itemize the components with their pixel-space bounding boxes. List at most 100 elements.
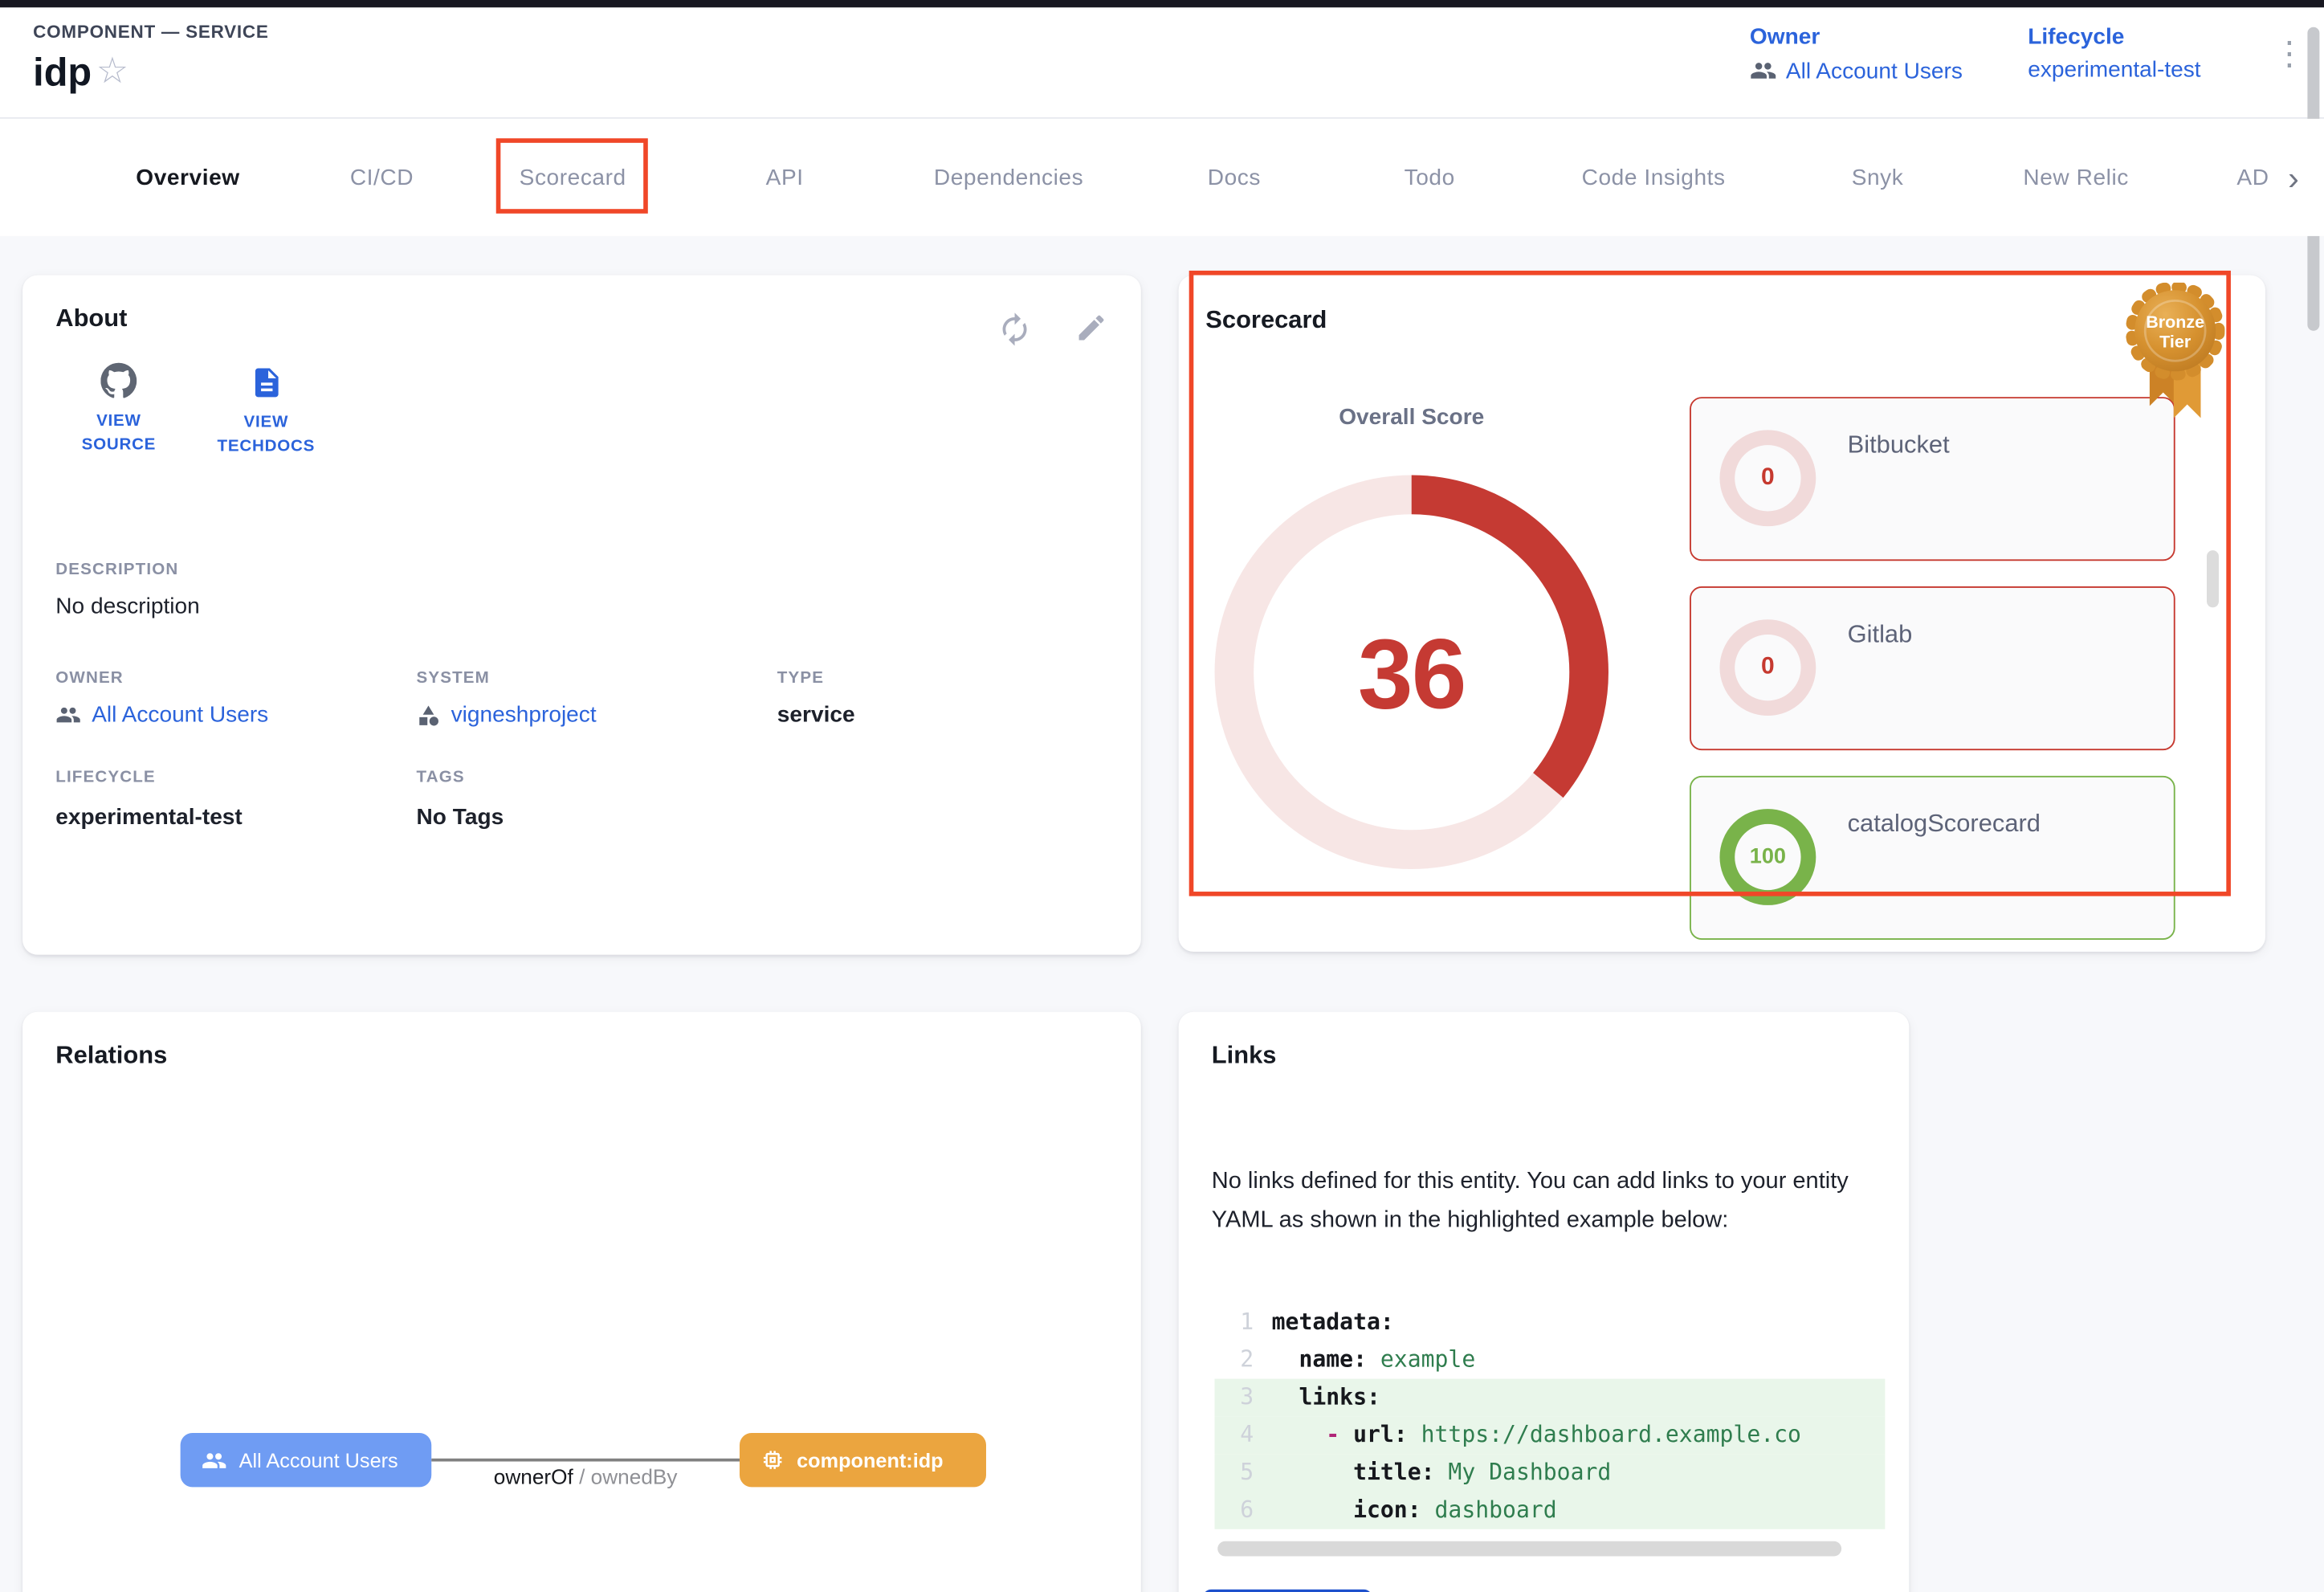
line-number: 3	[1215, 1379, 1254, 1417]
code-line-2: 2 name: example	[1215, 1341, 1886, 1379]
check-card-bitbucket[interactable]: 0Bitbucket	[1690, 397, 2175, 561]
code-line-5: 5 title: My Dashboard	[1215, 1454, 1886, 1492]
relation-node-component-label: component:idp	[797, 1449, 944, 1472]
tab-ad[interactable]: AD	[2198, 119, 2324, 236]
read-more-button[interactable]	[1203, 1590, 1373, 1592]
lifecycle-label: Lifecycle	[2028, 24, 2283, 50]
lifecycle-field-label: LIFECYCLE	[55, 769, 156, 786]
line-number: 6	[1215, 1492, 1254, 1529]
overall-score-value: 36	[1209, 616, 1614, 730]
tab-code-insights[interactable]: Code Insights	[1507, 119, 1801, 236]
header-lifecycle: Lifecycle experimental-test	[2028, 24, 2283, 83]
code-content: links:	[1272, 1379, 1380, 1417]
check-score: 0	[1712, 612, 1824, 724]
view-source-label: VIEW SOURCE	[63, 409, 175, 457]
favorite-star-icon[interactable]: ☆	[96, 54, 128, 90]
description-value: No description	[55, 594, 200, 619]
tags-field-label: TAGS	[417, 769, 465, 786]
edge-reverse-label: ownedBy	[591, 1464, 678, 1488]
relation-node-component[interactable]: component:idp	[740, 1433, 986, 1487]
type-field-value: service	[777, 702, 855, 728]
check-card-gitlab[interactable]: 0 Gitlab	[1690, 586, 2175, 750]
header-owner: Owner All Account Users	[1750, 24, 2005, 84]
check-score: 100	[1712, 802, 1824, 913]
owner-link[interactable]: All Account Users	[1750, 57, 2005, 84]
badge-line1: Bronze	[2146, 312, 2204, 332]
tab-dependencies[interactable]: Dependencies	[902, 119, 1115, 236]
tab-new-relic[interactable]: New Relic	[1955, 119, 2198, 236]
about-title: About	[55, 305, 127, 334]
tab-snyk[interactable]: Snyk	[1801, 119, 1955, 236]
line-number: 2	[1215, 1341, 1254, 1379]
tab-todo[interactable]: Todo	[1353, 119, 1507, 236]
view-source-link[interactable]: VIEW SOURCE	[63, 362, 175, 457]
bronze-tier-badge: Bronze Tier	[2117, 283, 2234, 421]
github-icon	[100, 362, 137, 398]
about-card: About VIEW SOURCE VIEW TECHDOCS DESCRIPT…	[22, 276, 1141, 955]
badge-line2: Tier	[2159, 332, 2191, 351]
system-field-value: vigneshproject	[451, 702, 597, 728]
links-empty-message: No links defined for this entity. You ca…	[1212, 1162, 1849, 1240]
lifecycle-value: experimental-test	[2028, 57, 2200, 83]
lifecycle-field-value: experimental-test	[55, 804, 243, 830]
relation-edge-label: ownerOf / ownedBy	[431, 1464, 740, 1488]
tab-overview[interactable]: Overview	[90, 119, 285, 236]
edge-forward-label: ownerOf	[494, 1464, 573, 1488]
code-content: name: example	[1272, 1341, 1476, 1379]
relation-node-owner[interactable]: All Account Users	[181, 1433, 432, 1487]
code-line-1: 1 metadata:	[1215, 1304, 1886, 1341]
code-content: metadata:	[1272, 1304, 1394, 1341]
tab-scorecard[interactable]: Scorecard	[478, 119, 667, 236]
edge-separator: /	[573, 1464, 591, 1488]
people-icon	[1750, 57, 1777, 84]
people-icon	[55, 702, 81, 728]
check-name: Bitbucket	[1848, 431, 1950, 460]
code-line-3: 3 links:	[1215, 1379, 1886, 1417]
yaml-code-block: 1metadata:2 name: example3 links:4 - url…	[1215, 1297, 1886, 1544]
code-content: - url: https://dashboard.example.co	[1272, 1416, 1801, 1454]
tab-ci-cd[interactable]: CI/CD	[286, 119, 479, 236]
view-techdocs-link[interactable]: VIEW TECHDOCS	[193, 365, 340, 459]
relation-edge-line	[431, 1459, 740, 1462]
tabs-scroll-right-icon[interactable]: ›	[2288, 159, 2299, 198]
window-top-strip	[0, 0, 2324, 7]
checks-scrollbar-thumb[interactable]	[2207, 550, 2219, 607]
document-icon	[249, 365, 283, 400]
overall-score-label: Overall Score	[1262, 405, 1562, 431]
edit-icon[interactable]	[1074, 311, 1111, 347]
code-content: icon: dashboard	[1272, 1492, 1557, 1529]
owner-field-link[interactable]: All Account Users	[55, 702, 268, 728]
system-icon	[417, 703, 441, 727]
tab-bar: OverviewCI/CDScorecardAPIDependenciesDoc…	[0, 119, 2324, 236]
line-number: 5	[1215, 1454, 1254, 1492]
tab-docs[interactable]: Docs	[1115, 119, 1353, 236]
code-line-4: 4 - url: https://dashboard.example.co	[1215, 1416, 1886, 1454]
code-content: title: My Dashboard	[1272, 1454, 1612, 1492]
refresh-icon[interactable]	[997, 311, 1033, 347]
entity-header: COMPONENT — SERVICE idp ☆ Owner All Acco…	[0, 7, 2324, 119]
breadcrumb: COMPONENT — SERVICE	[33, 21, 268, 42]
line-number: 4	[1215, 1416, 1254, 1454]
scorecard-title: Scorecard	[1205, 307, 1327, 336]
tab-api[interactable]: API	[667, 119, 902, 236]
check-card-catalogscorecard[interactable]: 100 catalogScorecard	[1690, 776, 2175, 940]
page: COMPONENT — SERVICE idp ☆ Owner All Acco…	[0, 0, 2324, 1592]
check-name: Gitlab	[1848, 621, 1913, 650]
overall-score-gauge: 36	[1209, 469, 1614, 875]
relations-title: Relations	[55, 1042, 167, 1071]
description-label: DESCRIPTION	[55, 561, 178, 578]
system-field-link[interactable]: vigneshproject	[417, 702, 597, 728]
check-name: catalogScorecard	[1848, 810, 2041, 839]
owner-field-value: All Account Users	[92, 702, 268, 728]
tags-field-value: No Tags	[417, 804, 504, 830]
relation-node-owner-label: All Account Users	[239, 1449, 398, 1472]
code-line-6: 6 icon: dashboard	[1215, 1492, 1886, 1529]
owner-label: Owner	[1750, 24, 2005, 50]
code-horizontal-scrollbar-thumb[interactable]	[1217, 1541, 1841, 1557]
view-techdocs-label: VIEW TECHDOCS	[193, 410, 340, 459]
owner-field-label: OWNER	[55, 669, 124, 687]
line-number: 1	[1215, 1304, 1254, 1341]
system-field-label: SYSTEM	[417, 669, 490, 687]
people-icon	[202, 1447, 227, 1473]
page-title: idp	[33, 50, 92, 96]
